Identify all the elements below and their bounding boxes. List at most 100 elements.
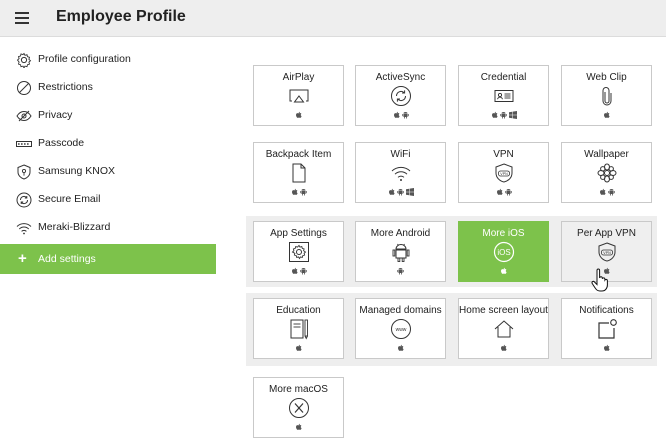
- sync-icon: [16, 192, 32, 208]
- tile-activesync[interactable]: ActiveSync: [355, 65, 446, 126]
- android-icon: [392, 243, 409, 262]
- apple-icon: [291, 267, 298, 274]
- sync-icon: [390, 86, 411, 106]
- windows-icon: [405, 188, 414, 196]
- tile-label: More macOS: [269, 384, 328, 395]
- tile-label: Backpack Item: [265, 149, 332, 160]
- apple-icon: [604, 344, 610, 351]
- ios-icon: iOS: [493, 241, 514, 263]
- sidebar-item-label: Passcode: [38, 137, 85, 149]
- add-settings-button[interactable]: + Add settings: [0, 244, 216, 274]
- platform-icons: [356, 188, 445, 197]
- android-icon: [299, 189, 307, 196]
- sidebar-item-restrictions[interactable]: Restrictions: [0, 74, 216, 102]
- sidebar-item-label: Profile configuration: [38, 53, 131, 65]
- platform-icons: [562, 188, 651, 197]
- tile-label: Per App VPN: [577, 228, 636, 239]
- id-card-icon: [494, 90, 513, 102]
- tile-more-ios[interactable]: More iOS iOS: [458, 221, 549, 282]
- tile-airplay[interactable]: AirPlay: [253, 65, 344, 126]
- apple-icon: [393, 111, 400, 118]
- apple-icon: [501, 344, 507, 351]
- tile-wifi[interactable]: WiFi: [355, 142, 446, 203]
- svg-text:VPN: VPN: [500, 172, 508, 176]
- eye-icon: [16, 110, 32, 122]
- svg-text:VPN: VPN: [603, 251, 611, 255]
- tile-backpack-item[interactable]: Backpack Item: [253, 142, 344, 203]
- gear-box-icon: [288, 242, 309, 262]
- apple-icon: [496, 188, 503, 195]
- tile-label: More iOS: [482, 228, 525, 239]
- notification-icon: [597, 319, 617, 339]
- tile-home-screen-layout[interactable]: Home screen layout: [458, 298, 549, 359]
- hamburger-icon[interactable]: [15, 12, 29, 24]
- android-icon: [299, 268, 307, 275]
- tile-label: Wallpaper: [584, 149, 629, 160]
- notebook-icon: [290, 319, 308, 340]
- tile-label: Credential: [480, 72, 527, 83]
- platform-icons: [562, 344, 651, 353]
- tile-label: Education: [276, 305, 321, 316]
- add-settings-label: Add settings: [38, 253, 96, 265]
- sidebar-item-label: Secure Email: [38, 193, 101, 205]
- tile-label: WiFi: [390, 149, 411, 160]
- tile-label: Managed domains: [359, 305, 442, 316]
- platform-icons: [562, 111, 651, 120]
- airplay-icon: [289, 89, 308, 103]
- sidebar-item-samsung-knox[interactable]: Samsung KNOX: [0, 158, 216, 186]
- sidebar-item-label: Restrictions: [38, 81, 93, 93]
- home-icon: [494, 320, 513, 338]
- android-icon: [504, 189, 512, 196]
- android-icon: [607, 189, 615, 196]
- apple-icon: [388, 188, 395, 195]
- platform-icons: [356, 344, 445, 353]
- apple-icon: [501, 267, 507, 274]
- apple-icon: [291, 188, 298, 195]
- tile-wallpaper[interactable]: Wallpaper: [561, 142, 652, 203]
- sidebar-item-meraki-blizzard[interactable]: Meraki-Blizzard: [0, 214, 216, 242]
- android-icon: [499, 112, 507, 119]
- vpn-shield-icon: VPN: [495, 163, 512, 183]
- tile-more-macos[interactable]: More macOS: [253, 377, 344, 438]
- www-icon: www: [390, 319, 411, 339]
- wifi-icon: [16, 223, 32, 235]
- sidebar-item-passcode[interactable]: Passcode: [0, 130, 216, 158]
- tile-label: App Settings: [270, 228, 327, 239]
- tile-label: Web Clip: [586, 72, 627, 83]
- gear-icon: [16, 52, 32, 68]
- sidebar-item-profile-configuration[interactable]: Profile configuration: [0, 46, 216, 74]
- apple-icon: [398, 344, 404, 351]
- platform-icons: [254, 111, 343, 120]
- sidebar-item-secure-email[interactable]: Secure Email: [0, 186, 216, 214]
- macos-x-icon: [288, 398, 309, 418]
- tile-vpn[interactable]: VPN VPN: [458, 142, 549, 203]
- tile-app-settings[interactable]: App Settings: [253, 221, 344, 282]
- tile-label: VPN: [493, 149, 514, 160]
- tile-education[interactable]: Education: [253, 298, 344, 359]
- wifi-icon: [391, 166, 410, 181]
- apple-icon: [604, 111, 610, 118]
- tile-web-clip[interactable]: Web Clip: [561, 65, 652, 126]
- platform-icons: [459, 188, 548, 197]
- tile-label: More Android: [370, 228, 431, 239]
- sidebar-item-label: Samsung KNOX: [38, 165, 116, 177]
- apple-icon: [296, 111, 302, 118]
- page-header: Employee Profile: [0, 0, 666, 37]
- platform-icons: [356, 111, 445, 120]
- vpn-shield-icon: VPN: [598, 242, 615, 262]
- platform-icons: [356, 267, 445, 276]
- tile-more-android[interactable]: More Android: [355, 221, 446, 282]
- knox-icon: [17, 164, 31, 180]
- android-icon: [396, 189, 404, 196]
- sidebar-item-privacy[interactable]: Privacy: [0, 102, 216, 130]
- tile-label: ActiveSync: [375, 72, 426, 83]
- tile-notifications[interactable]: Notifications: [561, 298, 652, 359]
- tile-managed-domains[interactable]: Managed domains www: [355, 298, 446, 359]
- platform-icons: [254, 423, 343, 432]
- prohibited-icon: [17, 81, 31, 95]
- tile-credential[interactable]: Credential: [458, 65, 549, 126]
- platform-icons: [254, 188, 343, 197]
- platform-icons: [254, 344, 343, 353]
- platform-icons: [459, 267, 548, 276]
- sidebar-item-label: Privacy: [38, 109, 73, 121]
